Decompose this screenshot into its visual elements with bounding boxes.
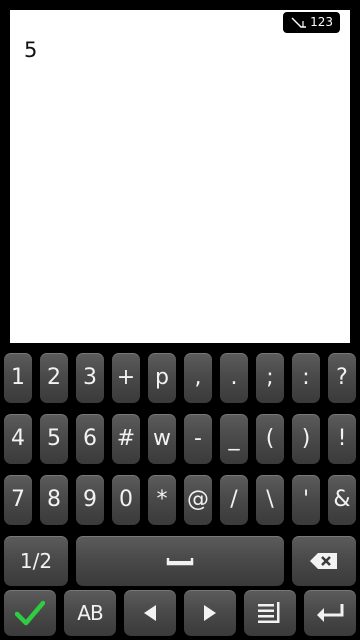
key-label: 7 [11,487,25,512]
key-label: ' [302,487,310,512]
key-colon[interactable]: : [292,353,320,403]
key-label: : [302,365,310,390]
key-0[interactable]: 0 [112,475,140,525]
key-label: 3 [83,365,97,390]
screen: 123 5 1 2 3 + p , . ; : ? 4 5 6 # w - _ … [0,0,360,640]
key-period[interactable]: . [220,353,248,403]
key-minus[interactable]: - [184,414,212,464]
space-bar-icon [166,558,194,566]
checkmark-icon [15,600,45,626]
key-underscore[interactable]: _ [220,414,248,464]
key-5[interactable]: 5 [40,414,68,464]
key-label: # [116,426,136,451]
key-label: _ [228,426,240,451]
key-label: , [194,365,202,390]
key-label: / [230,487,238,512]
key-label: - [194,426,202,451]
key-6[interactable]: 6 [76,414,104,464]
key-label: 1 [11,365,25,390]
key-label: ) [301,426,311,451]
options-menu-key[interactable] [244,590,296,636]
key-at[interactable]: @ [184,475,212,525]
key-label: \ [266,487,274,512]
key-semicolon[interactable]: ; [256,353,284,403]
key-label: 5 [47,426,61,451]
key-label: 0 [119,487,133,512]
key-1[interactable]: 1 [4,353,32,403]
key-7[interactable]: 7 [4,475,32,525]
case-toggle-label: AB [77,601,103,625]
cursor-left-key[interactable] [124,590,176,636]
confirm-key[interactable] [4,590,56,636]
key-apostrophe[interactable]: ' [292,475,320,525]
page-toggle-key[interactable]: 1/2 [4,536,68,586]
key-hash[interactable]: # [112,414,140,464]
key-4[interactable]: 4 [4,414,32,464]
key-label: ! [337,426,347,451]
page-toggle-label: 1/2 [19,549,53,573]
key-label: w [153,426,171,451]
case-toggle-key[interactable]: AB [64,590,116,636]
key-label: 4 [11,426,25,451]
cursor-right-key[interactable] [184,590,236,636]
text-editor[interactable]: 123 5 [10,10,350,343]
backspace-key[interactable] [292,536,356,586]
virtual-keyboard: 1 2 3 + p , . ; : ? 4 5 6 # w - _ ( ) ! … [0,345,360,640]
key-3[interactable]: 3 [76,353,104,403]
key-label: + [116,365,136,390]
key-label: 6 [83,426,97,451]
editor-text: 5 [24,38,38,62]
key-label: 9 [83,487,97,512]
key-label: p [155,365,169,390]
key-slash[interactable]: / [220,475,248,525]
key-label: ? [336,365,348,390]
key-label: . [230,365,238,390]
space-key[interactable] [76,536,284,586]
key-plus[interactable]: + [112,353,140,403]
enter-key[interactable] [304,590,356,636]
key-backslash[interactable]: \ [256,475,284,525]
pen-input-icon [291,17,307,28]
key-question[interactable]: ? [328,353,356,403]
arrow-right-icon [204,605,216,621]
arrow-left-icon [144,605,156,621]
key-label: @ [187,487,209,512]
key-label: & [333,487,351,512]
key-p[interactable]: p [148,353,176,403]
key-label: ( [265,426,275,451]
enter-icon [317,604,344,622]
menu-icon [258,602,280,623]
key-ampersand[interactable]: & [328,475,356,525]
key-comma[interactable]: , [184,353,212,403]
key-label: 8 [47,487,61,512]
key-8[interactable]: 8 [40,475,68,525]
key-2[interactable]: 2 [40,353,68,403]
key-asterisk[interactable]: * [148,475,176,525]
key-9[interactable]: 9 [76,475,104,525]
key-label: ; [266,365,274,390]
key-w[interactable]: w [148,414,176,464]
key-open-paren[interactable]: ( [256,414,284,464]
input-mode-indicator: 123 [283,12,340,33]
key-exclamation[interactable]: ! [328,414,356,464]
key-label: * [156,487,168,512]
input-mode-label: 123 [310,15,333,29]
key-close-paren[interactable]: ) [292,414,320,464]
key-label: 2 [47,365,61,390]
backspace-icon [310,553,337,569]
